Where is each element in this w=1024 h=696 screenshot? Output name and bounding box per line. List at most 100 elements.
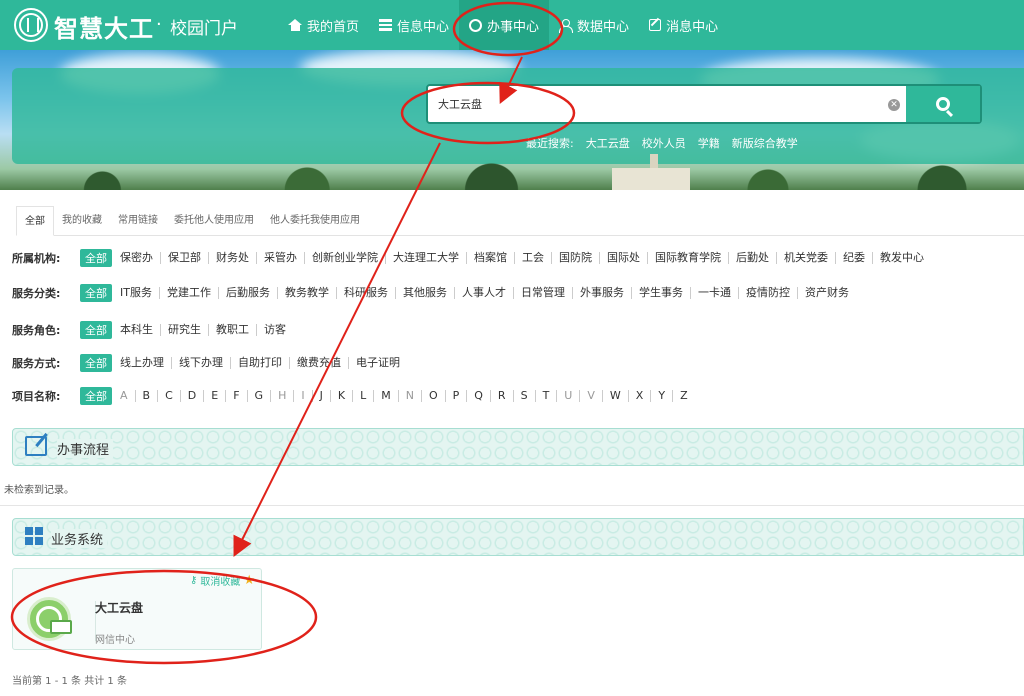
university-logo-icon[interactable] xyxy=(14,8,48,42)
filter-option[interactable]: 国际处 xyxy=(599,252,647,264)
unfavorite-button[interactable]: ⚷ 取消收藏 ★ xyxy=(190,573,255,588)
filter-option[interactable]: 教务教学 xyxy=(276,287,336,299)
filter-option[interactable]: 外事服务 xyxy=(571,287,631,299)
filter-option[interactable]: 党建工作 xyxy=(158,287,218,299)
filter-option[interactable]: 本科生 xyxy=(120,324,160,336)
recent-search-link[interactable]: 校外人员 xyxy=(642,135,686,151)
filter-option[interactable]: D xyxy=(179,390,203,402)
app-tabs: 全部 我的收藏 常用链接 委托他人使用应用 他人委托我使用应用 xyxy=(16,206,1024,236)
filter-option[interactable]: J xyxy=(311,390,330,402)
filter-option[interactable]: 采管办 xyxy=(256,252,304,264)
filter-option[interactable]: 大连理工大学 xyxy=(385,252,466,264)
filter-option[interactable]: 线上办理 xyxy=(120,357,171,369)
filter-option[interactable]: 科研服务 xyxy=(335,287,395,299)
filter-option[interactable]: 后勤处 xyxy=(728,252,776,264)
filter-option[interactable]: S xyxy=(512,390,535,402)
filter-option[interactable]: 机关党委 xyxy=(776,252,835,264)
filter-option[interactable]: 一卡通 xyxy=(689,287,738,299)
filter-option[interactable]: L xyxy=(352,390,373,402)
recent-search-link[interactable]: 新版综合教学 xyxy=(732,135,798,151)
filter-option[interactable]: O xyxy=(420,390,445,402)
filter-option[interactable]: 创新创业学院 xyxy=(304,252,385,264)
filter-option[interactable]: 纪委 xyxy=(835,252,872,264)
filter-option[interactable]: U xyxy=(556,390,579,402)
filter-option[interactable]: R xyxy=(489,390,513,402)
recent-search-link[interactable]: 大工云盘 xyxy=(586,135,630,151)
filter-option[interactable]: 电子证明 xyxy=(348,357,407,369)
filter-option[interactable]: 教职工 xyxy=(208,324,256,336)
section-title: 业务系统 xyxy=(51,529,108,548)
filter-option[interactable]: 日常管理 xyxy=(512,287,572,299)
filter-option[interactable]: M xyxy=(373,390,398,402)
filter-option[interactable]: 其他服务 xyxy=(394,287,454,299)
filter-option[interactable]: 疫情防控 xyxy=(737,287,797,299)
filter-all-chip[interactable]: 全部 xyxy=(80,284,112,302)
filter-option[interactable]: 资产财务 xyxy=(796,287,856,299)
tab-delegated-out[interactable]: 委托他人使用应用 xyxy=(166,206,262,236)
filter-option[interactable]: 保卫部 xyxy=(160,252,208,264)
filter-option[interactable]: T xyxy=(534,390,557,402)
brand-name[interactable]: 智慧大工 xyxy=(54,9,154,44)
filter-option[interactable]: Q xyxy=(466,390,490,402)
filter-option[interactable]: 财务处 xyxy=(208,252,256,264)
filter-option[interactable]: K xyxy=(329,390,352,402)
filter-letters: 项目名称: 全部 A B C D E F G H I J K L M N O P Q R S T U V W X Y Z xyxy=(12,386,695,406)
filter-option[interactable]: 研究生 xyxy=(160,324,208,336)
filter-option[interactable]: I xyxy=(293,390,311,402)
filter-all-chip[interactable]: 全部 xyxy=(80,354,112,372)
filter-option[interactable]: N xyxy=(397,390,421,402)
clear-icon[interactable]: ✕ xyxy=(888,99,900,111)
tab-favorites[interactable]: 我的收藏 xyxy=(54,206,110,236)
tab-delegated-in[interactable]: 他人委托我使用应用 xyxy=(262,206,368,236)
filter-option[interactable]: Y xyxy=(650,390,672,402)
tab-all[interactable]: 全部 xyxy=(16,206,54,236)
top-nav-bar: 智慧大工 · 校园门户 我的首页 信息中心 办事中心 数据中心 消息中心 xyxy=(0,0,1024,50)
filter-all-chip[interactable]: 全部 xyxy=(80,387,112,405)
nav-item-messages[interactable]: 消息中心 xyxy=(639,0,728,50)
filter-option[interactable]: P xyxy=(444,390,467,402)
filter-option[interactable]: G xyxy=(246,390,271,402)
filter-option[interactable]: 访客 xyxy=(256,324,293,336)
filter-option[interactable]: B xyxy=(134,390,158,402)
tab-common-links[interactable]: 常用链接 xyxy=(110,206,166,236)
filter-option[interactable]: 缴费充值 xyxy=(289,357,348,369)
filter-option[interactable]: W xyxy=(601,390,628,402)
filter-option[interactable]: E xyxy=(203,390,225,402)
filter-option[interactable]: F xyxy=(225,390,246,402)
list-icon xyxy=(379,19,393,31)
filter-option[interactable]: C xyxy=(157,390,180,402)
search-button[interactable] xyxy=(906,86,980,122)
filter-option[interactable]: A xyxy=(120,390,135,402)
filter-option[interactable]: 线下办理 xyxy=(171,357,230,369)
filter-option[interactable]: IT服务 xyxy=(120,287,159,299)
filter-option[interactable]: 自助打印 xyxy=(230,357,289,369)
search-input[interactable] xyxy=(438,86,888,122)
filter-option[interactable]: 学生事务 xyxy=(630,287,690,299)
app-card[interactable]: ⚷ 取消收藏 ★ 大工云盘 网信中心 xyxy=(12,568,262,650)
nav-item-service[interactable]: 办事中心 xyxy=(459,0,550,50)
filter-option[interactable]: 人事人才 xyxy=(453,287,513,299)
filter-option[interactable]: H xyxy=(270,390,293,402)
nav-item-home[interactable]: 我的首页 xyxy=(278,0,369,50)
filter-option[interactable]: 国防院 xyxy=(551,252,599,264)
no-records-text: 未检索到记录。 xyxy=(4,485,74,496)
section-title: 办事流程 xyxy=(57,439,114,458)
filter-all-chip[interactable]: 全部 xyxy=(80,249,112,267)
filter-option[interactable]: 教发中心 xyxy=(872,252,931,264)
home-icon xyxy=(288,19,302,31)
filter-option[interactable]: 档案馆 xyxy=(466,252,514,264)
tree-line xyxy=(0,158,1024,190)
filter-option[interactable]: Z xyxy=(672,390,695,402)
filter-option[interactable]: V xyxy=(579,390,602,402)
nav-item-data[interactable]: 数据中心 xyxy=(549,0,639,50)
filter-option[interactable]: 后勤服务 xyxy=(217,287,277,299)
filter-all-chip[interactable]: 全部 xyxy=(80,321,112,339)
nav-item-info[interactable]: 信息中心 xyxy=(369,0,459,50)
filter-option[interactable]: 国际教育学院 xyxy=(647,252,728,264)
filter-option[interactable]: 工会 xyxy=(514,252,551,264)
filter-label: 服务分类: xyxy=(12,287,61,300)
filter-option[interactable]: 保密办 xyxy=(120,252,160,264)
recent-search-link[interactable]: 学籍 xyxy=(698,135,720,151)
filter-option[interactable]: X xyxy=(627,390,651,402)
app-name[interactable]: 大工云盘 xyxy=(95,599,143,616)
